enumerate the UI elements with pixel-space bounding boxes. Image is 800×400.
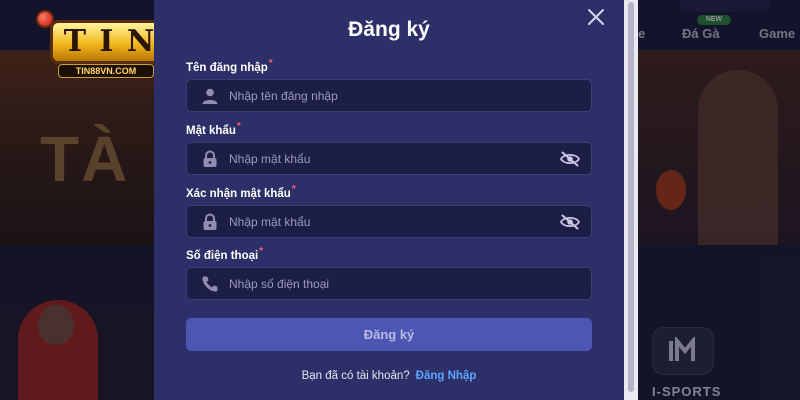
phone-input[interactable] bbox=[229, 268, 549, 299]
confirm-password-field[interactable] bbox=[186, 205, 592, 238]
lock-icon bbox=[203, 213, 217, 230]
username-field[interactable] bbox=[186, 79, 592, 112]
username-label: Tên đăng nhập* bbox=[186, 58, 273, 74]
required-mark: * bbox=[236, 121, 241, 132]
confirm-password-input[interactable] bbox=[229, 206, 549, 237]
login-prompt-text: Bạn đã có tài khoản? bbox=[301, 370, 410, 382]
required-mark: * bbox=[268, 58, 273, 69]
required-mark: * bbox=[291, 184, 296, 195]
confirm-password-label: Xác nhận mật khẩu* bbox=[186, 184, 296, 200]
password-field[interactable] bbox=[186, 142, 592, 175]
logo-letter: T bbox=[63, 24, 87, 59]
logo-letter: N bbox=[126, 24, 155, 59]
user-icon bbox=[202, 88, 218, 104]
phone-label: Số điện thoại* bbox=[186, 246, 263, 262]
password-label: Mật khẩu* bbox=[186, 121, 241, 137]
register-submit-button[interactable]: Đăng ký bbox=[186, 318, 592, 351]
scrollbar-thumb[interactable] bbox=[628, 2, 634, 392]
close-icon bbox=[588, 9, 604, 25]
modal-title: Đăng ký bbox=[348, 18, 430, 41]
lock-icon bbox=[203, 150, 217, 167]
phone-field[interactable] bbox=[186, 267, 592, 300]
login-link[interactable]: Đăng Nhập bbox=[416, 370, 477, 382]
username-label-text: Tên đăng nhập bbox=[186, 62, 268, 74]
modal-scrollbar[interactable] bbox=[624, 0, 638, 400]
phone-label-text: Số điện thoại bbox=[186, 250, 259, 262]
logo-tin: T I N bbox=[50, 20, 168, 64]
username-input[interactable] bbox=[229, 80, 549, 111]
phone-icon bbox=[202, 276, 218, 292]
logo-domain: TIN88VN.COM bbox=[58, 64, 154, 78]
close-button[interactable] bbox=[585, 6, 607, 28]
confirm-password-label-text: Xác nhận mật khẩu bbox=[186, 188, 291, 200]
password-input[interactable] bbox=[229, 143, 549, 174]
logo-letter: I bbox=[99, 24, 114, 59]
eye-off-icon[interactable] bbox=[559, 213, 581, 231]
eye-off-icon[interactable] bbox=[559, 150, 581, 168]
login-prompt: Bạn đã có tài khoản? Đăng Nhập bbox=[154, 370, 624, 382]
password-label-text: Mật khẩu bbox=[186, 125, 236, 137]
required-mark: * bbox=[259, 246, 264, 257]
